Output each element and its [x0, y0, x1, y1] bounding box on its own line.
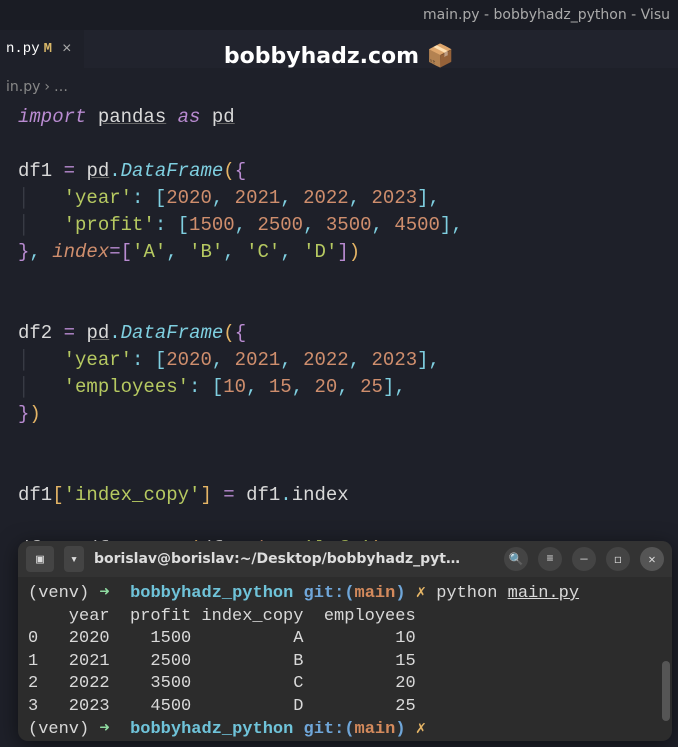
- window-title: main.py - bobbyhadz_python - Visu: [423, 7, 670, 23]
- window-title-bar: main.py - bobbyhadz_python - Visu: [0, 0, 678, 30]
- keyword-as: as: [178, 106, 201, 128]
- code-editor[interactable]: import pandas as pd df1 = pd.DataFrame({…: [0, 100, 678, 616]
- terminal-new-tab-button[interactable]: ▣: [26, 546, 54, 572]
- ref-pd: pd: [86, 160, 109, 182]
- chevron-right-icon: ›: [44, 79, 50, 95]
- watermark-text: bobbyhadz.com 📦: [0, 44, 678, 69]
- terminal-title: borislav@borislav:~/Desktop/bobbyhadz_py…: [94, 551, 494, 567]
- output-row: 2 2022 3500 C 20: [28, 674, 416, 693]
- paren-open: (: [223, 160, 234, 182]
- op-eq: =: [64, 160, 75, 182]
- dot: .: [109, 160, 120, 182]
- var-df2: df2: [18, 322, 52, 344]
- output-row: 3 2023 4500 D 25: [28, 697, 416, 716]
- close-icon[interactable]: ✕: [640, 547, 664, 571]
- minimize-icon[interactable]: —: [572, 547, 596, 571]
- dict-key: 'profit': [64, 214, 155, 236]
- terminal-dropdown-button[interactable]: ▾: [64, 546, 84, 572]
- breadcrumb[interactable]: in.py › …: [0, 74, 678, 100]
- brace-open: {: [235, 160, 246, 182]
- breadcrumb-more: …: [54, 79, 68, 95]
- output-row: 0 2020 1500 A 10: [28, 629, 416, 648]
- kwarg-index: index: [52, 241, 109, 263]
- breadcrumb-file: in.py: [6, 79, 40, 95]
- terminal-window: ▣ ▾ borislav@borislav:~/Desktop/bobbyhad…: [18, 541, 672, 741]
- terminal-body[interactable]: (venv) ➜ bobbyhadz_python git:(main) ✗ p…: [18, 577, 672, 741]
- var-df1: df1: [18, 160, 52, 182]
- terminal-scrollbar[interactable]: [662, 661, 670, 721]
- output-header: year profit index_copy employees: [28, 607, 416, 626]
- dict-key: 'year': [64, 187, 132, 209]
- keyword-import: import: [18, 106, 86, 128]
- terminal-header: ▣ ▾ borislav@borislav:~/Desktop/bobbyhad…: [18, 541, 672, 577]
- module-pandas: pandas: [98, 106, 166, 128]
- output-row: 1 2021 2500 B 15: [28, 652, 416, 671]
- maximize-icon[interactable]: ◻: [606, 547, 630, 571]
- alias-pd: pd: [212, 106, 235, 128]
- search-icon[interactable]: 🔍: [504, 547, 528, 571]
- menu-icon[interactable]: ≡: [538, 547, 562, 571]
- fn-dataframe: DataFrame: [121, 160, 224, 182]
